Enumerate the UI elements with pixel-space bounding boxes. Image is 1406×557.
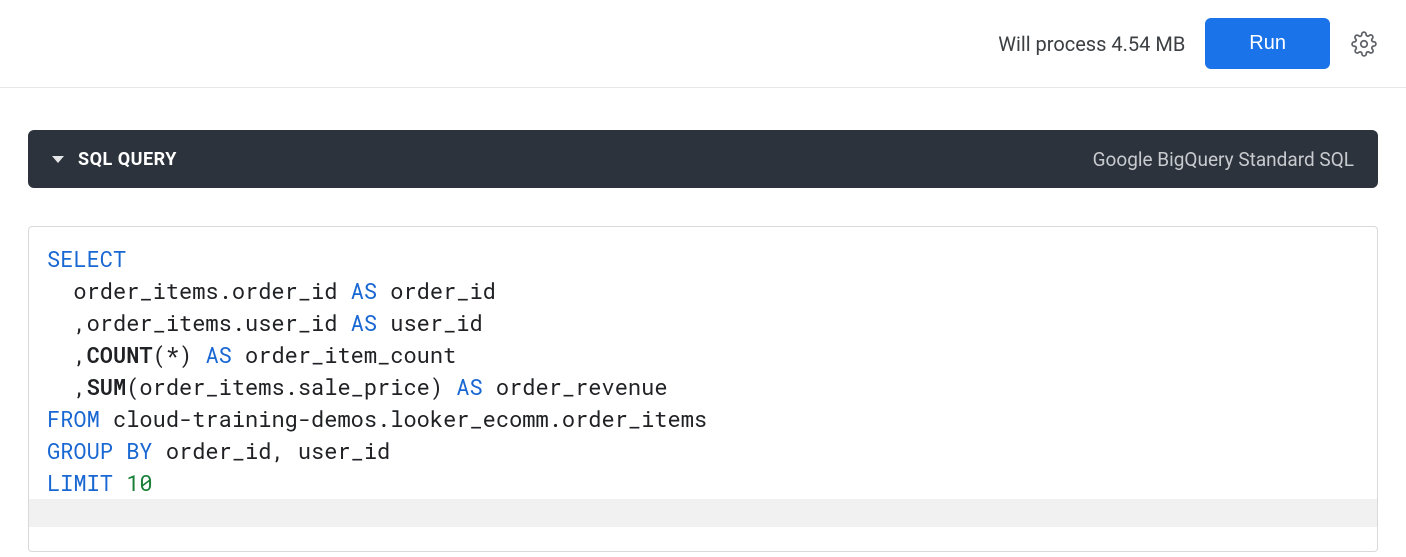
sql-token: ,order_items.user_id: [47, 308, 351, 337]
content-area: SQL QUERY Google BigQuery Standard SQL S…: [0, 88, 1406, 552]
caret-down-icon: [52, 156, 64, 163]
sql-token: SELECT: [47, 244, 126, 273]
sql-token: FROM: [47, 404, 100, 433]
sql-token: LIMIT: [47, 468, 113, 497]
sql-token: order_revenue: [483, 372, 668, 401]
editor-trailing-space: [47, 527, 1359, 551]
sql-token: cloud-training-demos.looker_ecomm.order_…: [100, 404, 707, 433]
sql-token: 10: [126, 468, 152, 497]
sql-token: SUM: [87, 372, 127, 401]
sql-editor[interactable]: SELECT order_items.order_id AS order_id …: [28, 226, 1378, 552]
sql-token: AS: [351, 308, 377, 337]
sql-token: order_id: [377, 276, 496, 305]
top-bar: Will process 4.54 MB Run: [0, 0, 1406, 88]
sql-token: AS: [205, 340, 231, 369]
process-status: Will process 4.54 MB: [998, 32, 1185, 56]
sql-token: ,: [47, 340, 87, 369]
sql-dialect-label: Google BigQuery Standard SQL: [1093, 148, 1354, 171]
sql-token: AS: [456, 372, 482, 401]
sql-token: order_items.order_id: [47, 276, 351, 305]
sql-token: [113, 468, 126, 497]
editor-current-line: [29, 499, 1377, 527]
gear-icon[interactable]: [1350, 30, 1378, 58]
section-header-left: SQL QUERY: [52, 149, 177, 170]
section-title: SQL QUERY: [78, 149, 177, 170]
sql-token: (order_items.sale_price): [126, 372, 456, 401]
sql-token: AS: [351, 276, 377, 305]
sql-section-header[interactable]: SQL QUERY Google BigQuery Standard SQL: [28, 130, 1378, 188]
sql-token: user_id: [377, 308, 483, 337]
sql-token: (*): [153, 340, 206, 369]
sql-token: GROUP BY: [47, 436, 153, 465]
sql-token: order_id, user_id: [153, 436, 391, 465]
sql-token: ,: [47, 372, 87, 401]
sql-code[interactable]: SELECT order_items.order_id AS order_id …: [47, 243, 1359, 499]
sql-token: COUNT: [87, 340, 153, 369]
sql-token: order_item_count: [232, 340, 456, 369]
run-button[interactable]: Run: [1205, 18, 1330, 69]
